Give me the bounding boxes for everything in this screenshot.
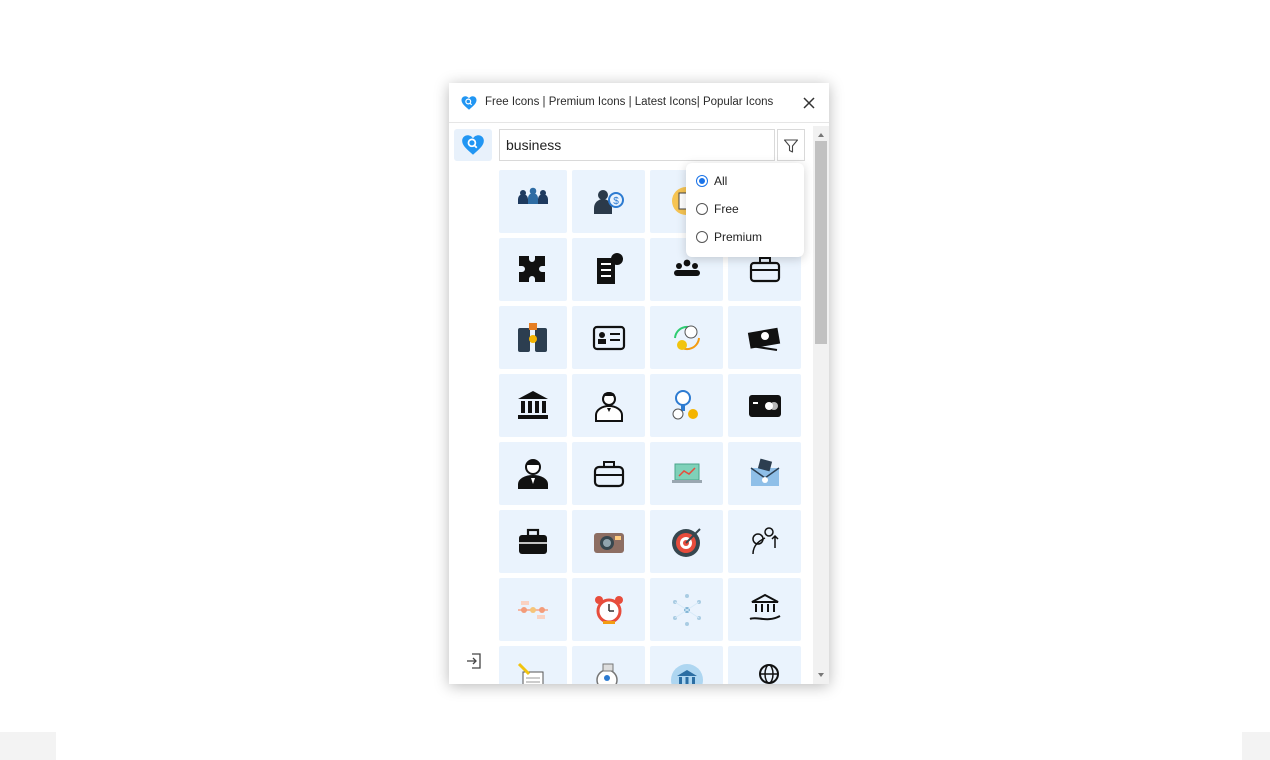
icon-result-tile[interactable]: [728, 578, 801, 641]
radio-premium[interactable]: [696, 231, 708, 243]
icon-result-tile[interactable]: [572, 306, 645, 369]
target-icon: [671, 527, 701, 557]
icon-result-tile[interactable]: [499, 578, 567, 641]
businessman-icon: [594, 391, 623, 422]
header-title[interactable]: Free Icons | Premium Icons | Latest Icon…: [485, 96, 773, 108]
briefcase-solid-icon: [519, 528, 547, 554]
search-input[interactable]: [499, 129, 775, 161]
icon-result-tile[interactable]: [728, 510, 801, 573]
icon-result-tile[interactable]: [572, 646, 645, 684]
alarm-clock-icon: [594, 595, 623, 624]
icon-result-tile[interactable]: [650, 442, 723, 505]
icon-result-tile[interactable]: [499, 442, 567, 505]
globe-hand-icon: [758, 663, 779, 684]
sidebar-logo-button[interactable]: [454, 129, 492, 161]
heart-search-logo-icon: [462, 135, 484, 155]
camera-icon: [593, 532, 624, 553]
filter-button[interactable]: [777, 129, 805, 161]
credit-card-icon: [748, 394, 781, 417]
network-icon: [672, 593, 701, 626]
icon-result-tile[interactable]: [499, 646, 567, 684]
id-card-icon: [592, 325, 625, 350]
money-bag-person-icon: $: [593, 189, 624, 214]
mobile-transfer-icon: [518, 322, 547, 352]
contract-pen-icon: [517, 662, 544, 684]
icon-result-tile[interactable]: [728, 306, 801, 369]
scroll-thumb[interactable]: [815, 141, 827, 344]
checklist-clock-icon: [596, 252, 623, 284]
funnel-icon: [783, 139, 799, 153]
icon-result-tile[interactable]: [572, 442, 645, 505]
cycle-clock-coins-icon: [673, 325, 700, 350]
scroll-down-arrow-icon[interactable]: [813, 668, 829, 682]
icon-result-tile[interactable]: [728, 374, 801, 437]
icon-result-tile[interactable]: [572, 578, 645, 641]
idea-coins-icon: [672, 389, 698, 419]
briefcase-icon: [593, 460, 624, 487]
close-icon[interactable]: [799, 93, 819, 113]
icon-result-tile[interactable]: [650, 510, 723, 573]
icon-result-tile[interactable]: [650, 578, 723, 641]
hand-bank-icon: [749, 593, 780, 620]
popup-header: Free Icons | Premium Icons | Latest Icon…: [449, 83, 829, 123]
logout-icon[interactable]: [464, 651, 484, 671]
heart-search-logo-icon: [460, 94, 478, 112]
filter-option-label: Free: [714, 202, 739, 216]
icon-result-tile[interactable]: [499, 238, 567, 301]
radio-all[interactable]: [696, 175, 708, 187]
money-bills-icon: [747, 327, 780, 351]
team-icon: [518, 187, 548, 204]
icon-result-tile[interactable]: [499, 374, 567, 437]
filter-option-label: Premium: [714, 230, 763, 244]
icon-result-tile[interactable]: [499, 306, 567, 369]
growth-plant-icon: [751, 526, 779, 554]
scrollbar[interactable]: [813, 126, 829, 684]
icon-result-tile[interactable]: $: [572, 170, 645, 233]
timeline-icon: [518, 600, 548, 619]
bank-icon: [518, 390, 548, 419]
envelope-money-icon: [750, 458, 779, 486]
man-portrait-icon: [518, 458, 548, 489]
icon-result-tile[interactable]: [572, 374, 645, 437]
icon-result-tile[interactable]: [499, 170, 567, 233]
bank-circle-icon: [670, 663, 703, 684]
laptop-chart-icon: [671, 463, 702, 483]
svg-text:$: $: [613, 196, 619, 207]
search-person-icon: [595, 663, 618, 684]
radio-free[interactable]: [696, 203, 708, 215]
filter-dropdown: All Free Premium: [686, 163, 804, 257]
page-corner-left: [0, 732, 56, 760]
icon-result-tile[interactable]: [650, 374, 723, 437]
icon-result-tile[interactable]: [728, 646, 801, 684]
icon-result-tile[interactable]: [650, 306, 723, 369]
page-corner-right: [1242, 732, 1270, 760]
scroll-up-arrow-icon[interactable]: [813, 128, 829, 142]
icon-result-tile[interactable]: [572, 238, 645, 301]
icon-result-tile[interactable]: [499, 510, 567, 573]
puzzle-icon: [519, 255, 545, 282]
icon-result-tile[interactable]: [650, 646, 723, 684]
filter-option-label: All: [714, 174, 728, 188]
icon-result-tile[interactable]: [572, 510, 645, 573]
icon-result-tile[interactable]: [728, 442, 801, 505]
